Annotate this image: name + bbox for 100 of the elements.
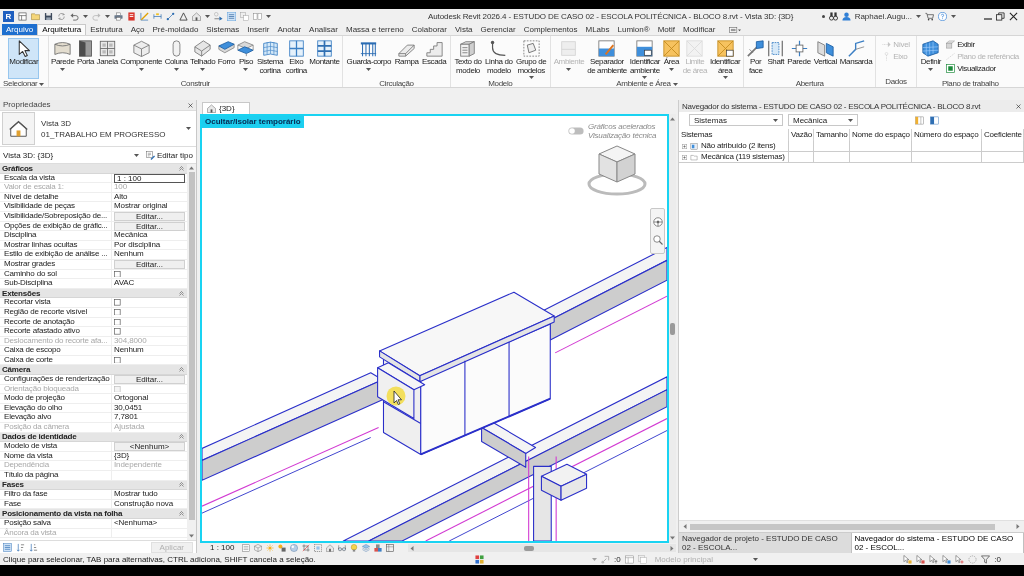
cursor-pin-icon[interactable] [929, 554, 939, 564]
save-icon[interactable] [44, 12, 53, 21]
instance-dropdown[interactable]: Vista 3D: {3D} [3, 149, 141, 161]
column-header[interactable]: Coeficiente [982, 129, 1024, 141]
restore-icon[interactable] [996, 12, 1005, 21]
ribbon-tab[interactable]: Sistemas [202, 24, 244, 35]
plus-box-icon[interactable] [682, 143, 687, 149]
ribbon-tab[interactable]: Anotar [273, 24, 306, 35]
list-icon[interactable] [3, 542, 12, 552]
ribbon-button[interactable]: Montante [308, 38, 341, 79]
ribbon-tab[interactable]: Lumion® [613, 24, 654, 35]
house-icon[interactable] [326, 544, 335, 552]
help-icon[interactable] [938, 12, 947, 21]
ribbon-tab[interactable]: Inserir [243, 24, 274, 35]
ribbon-button[interactable]: Piso [236, 38, 256, 79]
group-header[interactable]: Fases [0, 480, 187, 491]
ribbon-button[interactable]: Coluna [163, 38, 189, 79]
cursor-cross-icon[interactable] [955, 554, 965, 564]
scroll-thumb[interactable] [523, 545, 534, 551]
zoom-icon[interactable] [652, 235, 663, 245]
scroll-down-icon[interactable] [189, 534, 194, 538]
group-header[interactable]: Câmera [0, 365, 187, 376]
shadow-icon[interactable] [278, 544, 287, 552]
ribbon-button[interactable]: Área [661, 38, 681, 79]
layers-icon[interactable] [362, 544, 371, 552]
filter-icon[interactable] [981, 554, 991, 564]
app-logo[interactable]: R [3, 11, 14, 22]
ribbon-button[interactable]: Definir [919, 38, 943, 79]
checkbox[interactable] [114, 308, 121, 316]
checkbox[interactable] [114, 299, 121, 306]
ribbon-tab[interactable]: Complementos [519, 24, 582, 35]
lines-box-icon[interactable] [227, 12, 236, 21]
group-header[interactable]: Posicionamento da vista na folha [0, 509, 187, 519]
ribbon-button[interactable]: Sistema cortina [256, 38, 285, 79]
checkbox[interactable] [114, 318, 121, 326]
close-icon[interactable] [1009, 12, 1018, 21]
checkbox[interactable] [114, 356, 121, 364]
scroll-thumb[interactable] [188, 172, 195, 520]
ribbon-button[interactable]: Parede [50, 38, 76, 79]
ribbon-button[interactable]: Visualizador [944, 63, 1021, 74]
cart-icon[interactable] [925, 12, 934, 21]
triangle-icon[interactable] [179, 12, 188, 21]
scroll-left-icon[interactable] [683, 524, 687, 529]
ribbon-tab[interactable]: Motif [653, 24, 679, 35]
scroll-right-icon[interactable] [670, 545, 674, 551]
ribbon-button[interactable]: Shaft [766, 38, 786, 79]
column-header[interactable]: Vazão [789, 129, 814, 141]
ribbon-tab[interactable]: MLabs [581, 24, 614, 35]
caret-icon[interactable] [105, 15, 110, 18]
collapse-icon[interactable] [179, 165, 184, 171]
window-layout-icon[interactable] [18, 12, 27, 21]
cube-icon[interactable] [254, 544, 263, 552]
glasses-icon[interactable] [338, 544, 347, 552]
scroll-down-icon[interactable] [670, 536, 675, 540]
crop-icon[interactable] [302, 544, 311, 552]
scroll-up-icon[interactable] [670, 117, 675, 121]
ribbon-button[interactable]: Componente [119, 38, 164, 79]
redo-icon[interactable] [92, 12, 101, 21]
discipline-dropdown[interactable]: Mecânica [788, 114, 858, 126]
dimension-icon[interactable] [153, 12, 162, 21]
undo-icon[interactable] [70, 12, 79, 21]
ribbon-button[interactable]: Guarda-corpo [345, 38, 393, 79]
caret-icon[interactable] [672, 82, 678, 86]
panel-tab[interactable]: Navegador de projeto - ESTUDO DE CASO 02 - ESCOLA... [679, 533, 852, 553]
group-header[interactable]: Dados de identidade [0, 432, 187, 443]
tree-item[interactable]: Não atribuído (2 itens) [701, 141, 776, 151]
column-header[interactable]: Tamanho [814, 129, 850, 141]
caret-icon[interactable] [266, 15, 271, 18]
column-header[interactable]: Sistemas [679, 129, 789, 141]
file-menu-button[interactable]: Arquivo [2, 24, 38, 35]
sync-icon[interactable] [57, 12, 66, 21]
angle-ruler-icon[interactable] [140, 12, 149, 21]
ribbon-tab[interactable]: Estrutura [86, 24, 127, 35]
ribbon-tab[interactable]: Analisar [305, 24, 342, 35]
sort-ascending-icon[interactable] [16, 542, 25, 552]
sphere-icon[interactable] [290, 544, 299, 552]
ribbon-button[interactable]: Rampa [393, 38, 420, 79]
crop-frame-icon[interactable] [314, 544, 323, 552]
aligned-line-icon[interactable] [166, 12, 175, 21]
panel-split-icon[interactable] [930, 115, 939, 125]
sort-descending-icon[interactable] [29, 542, 38, 552]
ribbon-button[interactable]: Modificar [8, 38, 40, 79]
printer-icon[interactable] [114, 12, 123, 21]
house-icon[interactable] [192, 12, 201, 21]
folder-icon[interactable] [31, 12, 40, 21]
column-header[interactable]: Nome do espaço [850, 129, 912, 141]
collapse-icon[interactable] [179, 290, 184, 296]
user-name[interactable]: Raphael.Augu... [854, 12, 912, 21]
ribbon-tab[interactable]: Gerenciar [476, 24, 520, 35]
windows-icon[interactable] [240, 12, 249, 21]
scroll-left-icon[interactable] [410, 545, 415, 551]
plus-box-icon[interactable] [682, 154, 687, 160]
panel-toggle-icon[interactable] [729, 27, 742, 33]
ribbon-tab[interactable]: Aço [126, 24, 149, 35]
caret-icon[interactable] [39, 82, 45, 86]
diagonal-arrow-icon[interactable] [601, 554, 610, 564]
ribbon-button[interactable]: Telhado [189, 38, 217, 79]
frame-icon[interactable] [386, 544, 395, 552]
scroll-thumb[interactable] [690, 523, 995, 530]
ribbon-button[interactable]: Forro [216, 38, 236, 79]
